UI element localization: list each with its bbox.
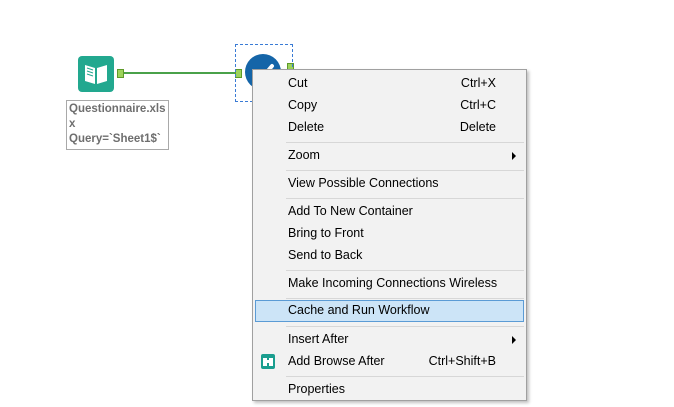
menu-item-make-incoming-connections-wireless[interactable]: Make Incoming Connections Wireless: [255, 273, 524, 295]
workflow-canvas[interactable]: Questionnaire.xls x Query=`Sheet1$` Cut …: [0, 0, 674, 407]
menu-separator: [286, 198, 524, 199]
menu-separator: [286, 270, 524, 271]
menu-item-bring-to-front[interactable]: Bring to Front: [255, 223, 524, 245]
menu-item-label: Insert After: [288, 332, 349, 346]
menu-item-label: Make Incoming Connections Wireless: [288, 276, 498, 290]
menu-item-shortcut: Ctrl+X: [460, 76, 496, 90]
annotation-line-3: Query=`Sheet1$`: [69, 133, 161, 145]
menu-item-label: Copy: [288, 98, 318, 112]
submenu-arrow-icon: [512, 152, 516, 160]
menu-separator: [286, 142, 524, 143]
menu-separator: [286, 376, 524, 377]
menu-item-label: Cut: [288, 76, 308, 90]
input-tool-output-anchor[interactable]: [117, 69, 124, 78]
menu-item-shortcut: Ctrl+C: [460, 98, 496, 112]
annotation-line-2: x: [69, 118, 76, 130]
menu-separator: [286, 298, 524, 299]
menu-item-cache-and-run-workflow[interactable]: Cache and Run Workflow: [255, 300, 524, 322]
menu-item-label: Zoom: [288, 148, 320, 162]
menu-item-cut[interactable]: Cut Ctrl+X: [255, 73, 524, 95]
menu-separator: [286, 170, 524, 171]
menu-item-delete[interactable]: Delete Delete: [255, 117, 524, 139]
menu-item-zoom[interactable]: Zoom: [255, 145, 524, 167]
context-menu: Cut Ctrl+X Copy Ctrl+C Delete Delete Zoo…: [252, 69, 527, 401]
input-data-tool[interactable]: [78, 56, 114, 92]
menu-item-label: View Possible Connections: [288, 176, 439, 190]
menu-item-add-to-new-container[interactable]: Add To New Container: [255, 201, 524, 223]
menu-item-add-browse-after[interactable]: Add Browse After Ctrl+Shift+B: [255, 351, 524, 373]
connection-line[interactable]: [124, 72, 236, 74]
menu-separator: [286, 326, 524, 327]
menu-item-label: Bring to Front: [288, 226, 364, 240]
menu-item-label: Delete: [288, 120, 325, 134]
menu-item-label: Send to Back: [288, 248, 363, 262]
menu-item-copy[interactable]: Copy Ctrl+C: [255, 95, 524, 117]
menu-item-insert-after[interactable]: Insert After: [255, 329, 524, 351]
menu-item-view-possible-connections[interactable]: View Possible Connections: [255, 173, 524, 195]
binoculars-icon: [261, 354, 275, 369]
menu-item-label: Add To New Container: [288, 204, 413, 218]
menu-item-label: Properties: [288, 382, 345, 396]
submenu-arrow-icon: [512, 336, 516, 344]
annotation-line-1: Questionnaire.xls: [69, 103, 166, 115]
menu-item-shortcut: Ctrl+Shift+B: [428, 354, 496, 368]
book-input-icon: [85, 65, 107, 84]
menu-item-shortcut: Delete: [459, 120, 496, 134]
menu-item-label: Cache and Run Workflow: [288, 303, 430, 317]
menu-item-label: Add Browse After: [288, 354, 385, 368]
input-tool-annotation: Questionnaire.xls x Query=`Sheet1$`: [66, 100, 169, 150]
menu-item-send-to-back[interactable]: Send to Back: [255, 245, 524, 267]
menu-item-properties[interactable]: Properties: [255, 379, 524, 401]
